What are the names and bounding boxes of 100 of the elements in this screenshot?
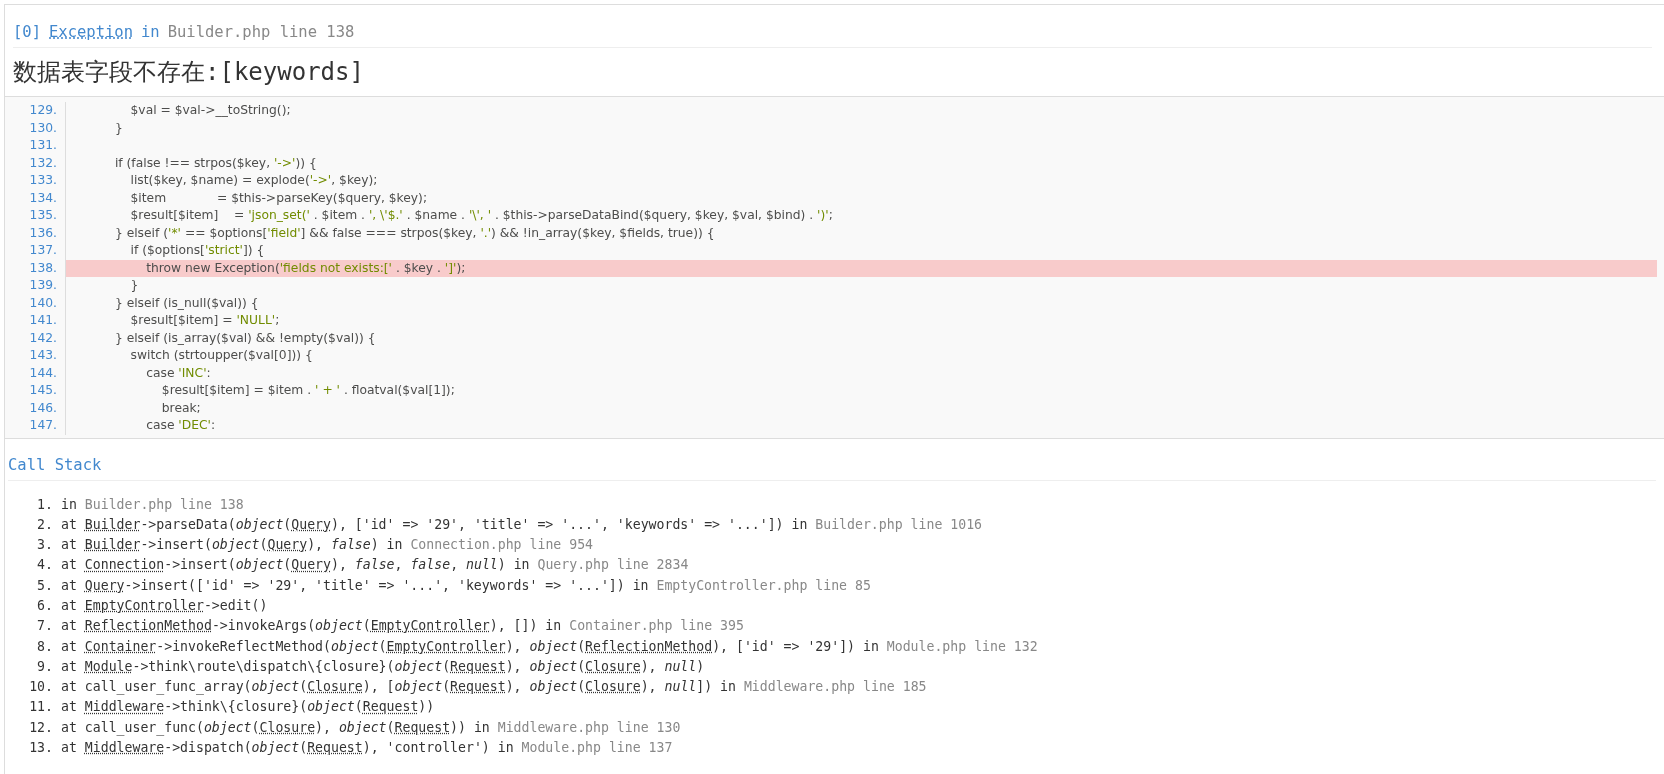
call-text: ->invokeArgs(object(: [211, 617, 371, 636]
class-name[interactable]: EmptyController: [84, 596, 204, 617]
frame-number: 13.: [28, 739, 54, 758]
file-location: Query.php line 2834: [537, 556, 689, 575]
class-name[interactable]: EmptyController: [386, 636, 506, 657]
call-text: ->think\{closure}(object(: [164, 698, 363, 717]
frame-number: 4.: [36, 556, 54, 575]
line-number: 143.: [5, 347, 66, 365]
class-name[interactable]: Request: [450, 656, 506, 678]
class-name[interactable]: Query: [291, 555, 331, 576]
class-name[interactable]: Closure: [585, 677, 641, 698]
call-text: at: [61, 597, 78, 615]
frame-number: 7.: [36, 617, 54, 636]
call-text: ->dispatch(object(: [164, 739, 308, 758]
class-name[interactable]: Query: [291, 514, 331, 536]
call-text: at: [61, 556, 78, 575]
file-location: EmptyController.php line 85: [656, 576, 871, 595]
call-text: ->insert(['id' => '29', 'title' => '...', 'keywords' => '...']) in: [124, 576, 650, 595]
class-name[interactable]: Closure: [307, 677, 363, 698]
class-name[interactable]: Builder: [84, 514, 141, 536]
frame-number: 5.: [36, 576, 54, 595]
call-text: at: [61, 637, 78, 656]
call-text: at: [61, 536, 78, 555]
class-name[interactable]: Request: [307, 738, 363, 759]
call-text: ), []) in: [489, 617, 563, 636]
call-text: )): [418, 698, 435, 717]
line-number: 139.: [5, 277, 66, 295]
class-name[interactable]: ReflectionMethod: [84, 616, 212, 637]
line-number: 135.: [5, 207, 66, 225]
line-number: 147.: [5, 417, 66, 435]
class-name[interactable]: Closure: [259, 717, 316, 739]
frame-number: 9.: [36, 657, 54, 676]
class-name[interactable]: ReflectionMethod: [585, 636, 713, 657]
line-number: 134.: [5, 189, 66, 207]
call-text: ), object(: [505, 637, 586, 656]
call-text: ->think\route\dispatch\{closure}(object(: [132, 657, 451, 676]
line-number: 130.: [5, 119, 66, 137]
call-text: ), false, false, null) in: [331, 556, 531, 575]
class-name[interactable]: Connection: [84, 555, 165, 576]
class-name[interactable]: Closure: [585, 656, 641, 678]
frame-number: 12.: [28, 718, 54, 737]
line-number: 131.: [5, 137, 66, 155]
code-line: } elseif (is_array($val) && !empty($val)) {: [113, 329, 377, 347]
call-text: ), object(: [315, 718, 395, 737]
exception-class[interactable]: Exception: [49, 23, 133, 41]
code-line: $result[$item] = $item . ' + ' . floatval($val[1]);: [160, 382, 456, 399]
call-text: ), object(: [505, 657, 586, 676]
class-name[interactable]: Query: [84, 575, 125, 596]
code-line: $result[$item] = 'json_set(' . $item . ', \'$.' . $name . '\', ' . $this->parseDataBind($query, $key, $val, $bind) . ')';: [129, 207, 834, 224]
exception-in: in: [141, 23, 160, 41]
frame-number: 2.: [36, 515, 54, 534]
class-name[interactable]: EmptyController: [370, 616, 490, 637]
call-text: ->edit(): [203, 597, 268, 615]
line-number: 145.: [5, 382, 66, 400]
code-line: if ($options['strict']) {: [129, 242, 266, 259]
line-number: 132.: [5, 154, 66, 172]
frame-number: 10.: [28, 678, 54, 697]
class-name[interactable]: Request: [394, 717, 451, 739]
call-text: ), object(: [505, 678, 586, 697]
class-name[interactable]: Request: [450, 677, 506, 698]
code-line: if (false !== strpos($key, '->')) {: [113, 154, 318, 172]
frame-number: 8.: [36, 637, 54, 656]
call-text: ->invokeReflectMethod(object(: [156, 637, 387, 656]
file-location: Builder.php line 138: [84, 495, 244, 514]
call-text: in: [61, 495, 78, 514]
call-text: ), 'controller') in: [362, 739, 515, 758]
call-text: at: [61, 576, 78, 595]
call-text: ), null]) in: [640, 678, 737, 697]
call-text: ), ['id' => '29']) in: [712, 637, 880, 656]
class-name[interactable]: Middleware: [84, 738, 165, 759]
call-text: at: [61, 739, 78, 758]
frame-number: 11.: [28, 698, 54, 717]
class-name[interactable]: Builder: [84, 535, 141, 556]
call-text: ->insert(object(: [140, 536, 268, 555]
call-text: )) in: [450, 718, 491, 737]
call-text: ), false) in: [307, 536, 404, 555]
code-line: }: [129, 277, 140, 294]
file-location: Middleware.php line 185: [743, 678, 927, 697]
file-location: Middleware.php line 130: [497, 718, 681, 737]
frame-number: 6.: [36, 597, 54, 615]
error-message: 数据表字段不存在:[keywords]: [13, 58, 364, 86]
code-line: }: [113, 119, 124, 137]
call-text: ), [object(: [362, 678, 451, 697]
call-text: at call_user_func_array(object(: [61, 678, 308, 697]
call-text: at: [61, 515, 78, 534]
class-name[interactable]: Middleware: [84, 697, 165, 718]
class-name[interactable]: Container: [84, 636, 157, 657]
class-name[interactable]: Request: [362, 697, 419, 718]
class-name[interactable]: Query: [267, 535, 308, 556]
line-number: 141.: [5, 312, 66, 330]
exception-location: Builder.php line 138: [167, 23, 355, 41]
frame-number: 1.: [36, 495, 54, 514]
file-location: Module.php line 137: [521, 739, 673, 758]
call-text: ->parseData(object(: [140, 515, 292, 534]
file-location: Module.php line 132: [886, 637, 1038, 656]
call-text: ), ['id' => '29', 'title' => '...', 'keywords' => '...']) in: [331, 515, 809, 534]
code-line: case 'INC':: [145, 364, 212, 382]
code-line: break;: [160, 399, 202, 417]
line-number: 142.: [5, 329, 66, 347]
class-name[interactable]: Module: [84, 656, 133, 678]
